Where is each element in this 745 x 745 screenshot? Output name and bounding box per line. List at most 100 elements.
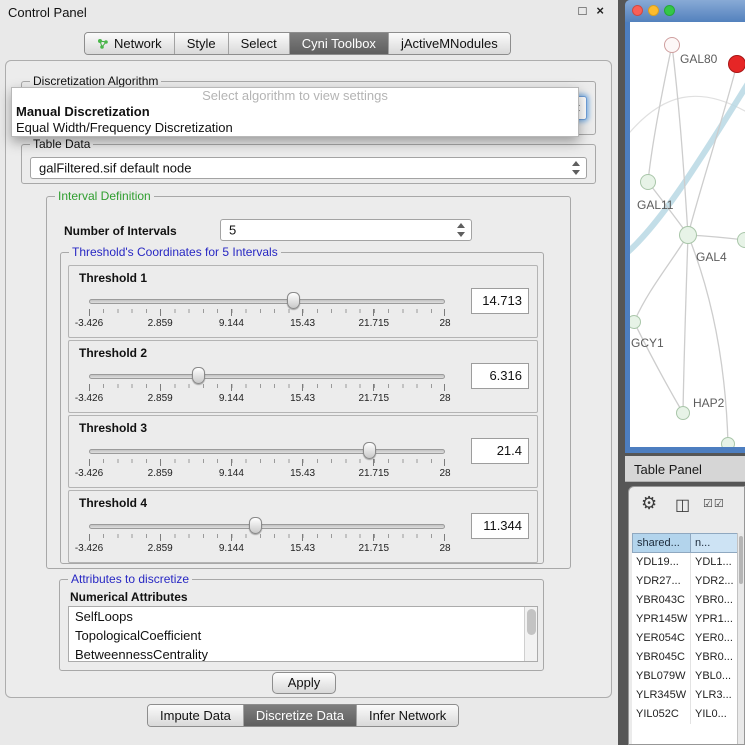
column-header-name[interactable]: n... (691, 533, 739, 553)
cell[interactable]: YBR0... (691, 648, 739, 667)
cell[interactable]: YBR0... (691, 591, 739, 610)
tab-infer-network[interactable]: Infer Network (357, 705, 458, 726)
minimize-button[interactable] (648, 5, 659, 16)
cell[interactable]: YBL079W (632, 667, 691, 686)
cell[interactable]: YBR043C (632, 591, 691, 610)
cell[interactable]: YER054C (632, 629, 691, 648)
dropdown-hint: Select algorithm to view settings (12, 88, 578, 104)
table-row[interactable]: YIL052CYIL0... (632, 705, 739, 724)
slider-knob[interactable] (287, 292, 300, 309)
table-row[interactable]: YDR27...YDR2... (632, 572, 739, 591)
list-item[interactable]: BetweennessCentrality (69, 645, 537, 662)
threshold-slider[interactable]: -3.426 2.859 9.144 15.43 21.715 28 (89, 442, 445, 486)
group-label: Interval Definition (55, 189, 154, 203)
threshold-panel: Threshold 3 -3.426 2.859 9.144 15.43 21.… (68, 415, 538, 488)
zoom-button[interactable] (664, 5, 675, 16)
cell[interactable]: YLR3... (691, 686, 739, 705)
threshold-slider[interactable]: -3.426 2.859 9.144 15.43 21.715 28 (89, 292, 445, 336)
cell[interactable]: YIL0... (691, 705, 739, 724)
slider-track[interactable] (89, 449, 445, 454)
network-node[interactable] (664, 37, 680, 53)
column-header-shared-name[interactable]: shared... (632, 533, 691, 553)
tick-label: 21.715 (359, 543, 390, 554)
table-row[interactable]: YER054CYER0... (632, 629, 739, 648)
threshold-value-field[interactable]: 11.344 (471, 513, 529, 539)
table-row[interactable]: YBR045CYBR0... (632, 648, 739, 667)
slider-knob[interactable] (192, 367, 205, 384)
tab-cyni-toolbox[interactable]: Cyni Toolbox (290, 33, 389, 54)
tick-label: 9.144 (219, 318, 244, 329)
tab-jactivemnodules[interactable]: jActiveMNodules (389, 33, 510, 54)
threshold-slider[interactable]: -3.426 2.859 9.144 15.43 21.715 28 (89, 367, 445, 411)
tab-label: Cyni Toolbox (302, 36, 376, 51)
float-window-icon[interactable]: □ (579, 3, 587, 18)
table-row[interactable]: YDL19...YDL1... (632, 553, 739, 572)
tick-label: 2.859 (148, 468, 173, 479)
tab-discretize-data[interactable]: Discretize Data (244, 705, 357, 726)
select-columns-icon[interactable]: ☑☑ (703, 497, 725, 510)
close-button[interactable] (632, 5, 643, 16)
tab-network[interactable]: Network (85, 33, 175, 54)
cell[interactable]: YPR1... (691, 610, 739, 629)
tab-impute-data[interactable]: Impute Data (148, 705, 244, 726)
tab-style[interactable]: Style (175, 33, 229, 54)
columns-icon[interactable]: ◫ (675, 495, 690, 515)
cell[interactable]: YER0... (691, 629, 739, 648)
slider-track[interactable] (89, 524, 445, 529)
table-row[interactable]: YBL079WYBL0... (632, 667, 739, 686)
algorithm-dropdown-popup: Select algorithm to view settings Manual… (11, 87, 579, 137)
cell[interactable]: YBL0... (691, 667, 739, 686)
window-controls: □ × (579, 3, 604, 18)
cell[interactable]: YBR045C (632, 648, 691, 667)
list-item[interactable]: TopologicalCoefficient (69, 626, 537, 645)
cell[interactable]: YDR2... (691, 572, 739, 591)
cyni-discretize-panel: Discretization Algorithm Select algorith… (5, 60, 612, 698)
slider-knob[interactable] (363, 442, 376, 459)
cell[interactable]: YDR27... (632, 572, 691, 591)
dropdown-option-manual[interactable]: Manual Discretization (12, 104, 578, 120)
tick-label: 28 (439, 318, 450, 329)
cell[interactable]: YDL1... (691, 553, 739, 572)
close-icon[interactable]: × (596, 3, 604, 18)
slider-knob[interactable] (249, 517, 262, 534)
threshold-value-field[interactable]: 6.316 (471, 363, 529, 389)
slider-track[interactable] (89, 374, 445, 379)
group-label: Threshold's Coordinates for 5 Intervals (69, 245, 281, 259)
network-canvas[interactable]: GAL80 GAL11 GAL4 GCY1 HAP2 (630, 22, 745, 447)
network-node[interactable] (721, 437, 735, 447)
network-view-window: GAL80 GAL11 GAL4 GCY1 HAP2 (625, 0, 745, 453)
table-row[interactable]: YLR345WYLR3... (632, 686, 739, 705)
cell[interactable]: YLR345W (632, 686, 691, 705)
tick-label: 15.43 (290, 543, 315, 554)
table-scrollbar[interactable] (737, 533, 744, 744)
dropdown-option-equal-width[interactable]: Equal Width/Frequency Discretization (12, 120, 578, 136)
network-node[interactable] (676, 406, 690, 420)
table-header-row: shared... n... (632, 533, 739, 553)
slider-track[interactable] (89, 299, 445, 304)
num-intervals-select[interactable]: 5 (220, 219, 472, 241)
attributes-list[interactable]: SelfLoops TopologicalCoefficient Between… (68, 606, 538, 662)
table-row[interactable]: YBR043CYBR0... (632, 591, 739, 610)
network-node[interactable] (679, 226, 697, 244)
scrollbar-thumb[interactable] (527, 609, 536, 635)
group-label: Table Data (30, 137, 93, 151)
list-scrollbar[interactable] (524, 607, 537, 661)
threshold-value-field[interactable]: 14.713 (471, 288, 529, 314)
gear-icon[interactable]: ⚙ (641, 493, 657, 514)
apply-button[interactable]: Apply (272, 672, 336, 694)
network-window-titlebar[interactable] (625, 0, 745, 22)
threshold-slider[interactable]: -3.426 2.859 9.144 15.43 21.715 28 (89, 517, 445, 561)
network-node-selected[interactable] (728, 55, 745, 73)
table-data-select[interactable]: galFiltered.sif default node (30, 157, 587, 179)
list-item[interactable]: SelfLoops (69, 607, 537, 626)
cell[interactable]: YPR145W (632, 610, 691, 629)
tick-label: 28 (439, 543, 450, 554)
cell[interactable]: YIL052C (632, 705, 691, 724)
cell[interactable]: YDL19... (632, 553, 691, 572)
tick-label: 28 (439, 393, 450, 404)
tab-select[interactable]: Select (229, 33, 290, 54)
threshold-value-field[interactable]: 21.4 (471, 438, 529, 464)
scrollbar-thumb[interactable] (739, 536, 743, 584)
network-node[interactable] (640, 174, 656, 190)
table-row[interactable]: YPR145WYPR1... (632, 610, 739, 629)
